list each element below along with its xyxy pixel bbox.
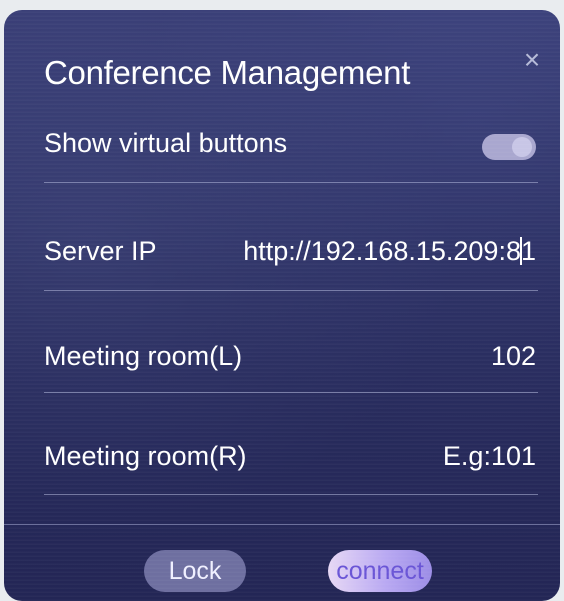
meeting-room-right-input[interactable]: E.g:101 bbox=[443, 441, 536, 472]
close-icon[interactable]: × bbox=[518, 46, 546, 74]
button-bar-divider bbox=[4, 524, 560, 525]
divider bbox=[44, 290, 538, 291]
show-virtual-buttons-toggle[interactable] bbox=[482, 134, 536, 160]
divider bbox=[44, 494, 538, 495]
meeting-room-left-label: Meeting room(L) bbox=[44, 341, 243, 371]
meeting-room-right-row: Meeting room(R) E.g:101 bbox=[44, 441, 536, 501]
lock-button[interactable]: Lock bbox=[144, 550, 246, 592]
server-ip-label: Server IP bbox=[44, 236, 157, 266]
server-ip-value: http://192.168.15.209:8 bbox=[243, 236, 521, 266]
connect-button[interactable]: connect bbox=[328, 550, 432, 592]
server-ip-row: Server IP http://192.168.15.209:81 bbox=[44, 236, 536, 296]
divider bbox=[44, 182, 538, 183]
divider bbox=[44, 392, 538, 393]
server-ip-input[interactable]: http://192.168.15.209:81 bbox=[212, 236, 536, 267]
show-virtual-buttons-label: Show virtual buttons bbox=[44, 128, 288, 158]
meeting-room-left-input[interactable]: 102 bbox=[491, 341, 536, 372]
server-ip-value-end: 1 bbox=[520, 236, 536, 266]
conference-management-dialog: Conference Management × Show virtual but… bbox=[4, 10, 560, 601]
dialog-title: Conference Management bbox=[44, 54, 411, 91]
meeting-room-right-label: Meeting room(R) bbox=[44, 441, 247, 471]
show-virtual-buttons-row: Show virtual buttons bbox=[44, 128, 536, 188]
toggle-knob bbox=[512, 137, 532, 157]
